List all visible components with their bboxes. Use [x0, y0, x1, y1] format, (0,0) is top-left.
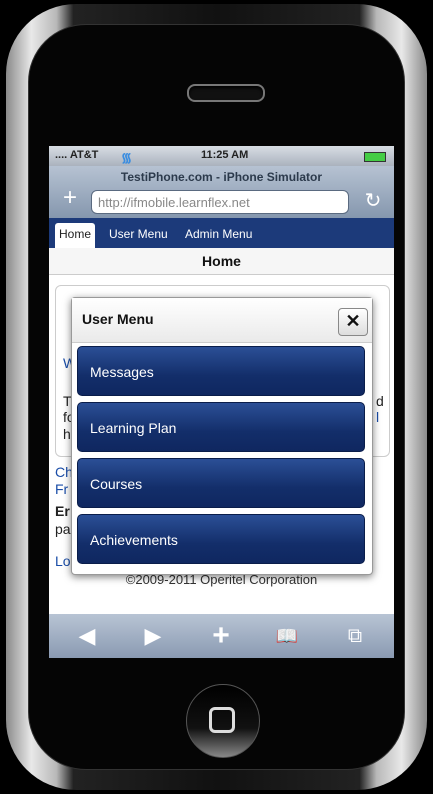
battery-icon: [364, 152, 386, 162]
carrier-label: .... AT&T: [55, 149, 99, 161]
bg-fragment: d: [376, 393, 384, 409]
bg-fragment: Er: [55, 503, 70, 519]
forward-icon[interactable]: ▶: [139, 624, 167, 648]
page-title: Home: [49, 248, 394, 275]
tab-home[interactable]: Home: [55, 223, 96, 248]
pages-icon[interactable]: ⧉: [341, 624, 369, 648]
close-button[interactable]: ✕: [338, 308, 368, 336]
home-button[interactable]: [186, 684, 260, 758]
bg-fragment[interactable]: l: [376, 409, 379, 425]
status-bar: .... AT&T ᯾ 11:25 AM: [49, 146, 394, 166]
speaker-grille: [187, 84, 265, 102]
user-menu-popup: User Menu ✕ Messages Learning Plan Cours…: [71, 297, 373, 575]
popup-title: User Menu: [82, 311, 154, 327]
add-icon[interactable]: +: [207, 621, 235, 651]
nav-bar: Home User Menu Admin Menu: [49, 218, 394, 248]
browser-toolbar: ◀ ▶ + 📖 ⧉: [49, 614, 394, 658]
menu-item-messages[interactable]: Messages: [77, 346, 365, 396]
menu-item-achievements[interactable]: Achievements: [77, 514, 365, 564]
wifi-icon: ᯾: [121, 150, 133, 165]
bg-fragment: pa: [55, 521, 71, 537]
reload-icon[interactable]: ↻: [360, 188, 386, 214]
browser-bar: TestiPhone.com - iPhone Simulator + http…: [49, 166, 394, 218]
tab-user-menu[interactable]: User Menu: [109, 227, 168, 241]
bg-fragment: h: [63, 426, 71, 442]
add-bookmark-icon[interactable]: +: [59, 186, 81, 210]
tab-admin-menu[interactable]: Admin Menu: [185, 227, 252, 241]
back-icon[interactable]: ◀: [73, 624, 101, 648]
popup-header: User Menu ✕: [72, 298, 372, 343]
bookmarks-icon[interactable]: 📖: [273, 624, 301, 648]
menu-item-courses[interactable]: Courses: [77, 458, 365, 508]
url-field[interactable]: http://ifmobile.learnflex.net: [91, 190, 349, 214]
bg-fragment[interactable]: Fr: [55, 481, 68, 497]
browser-title: TestiPhone.com - iPhone Simulator: [120, 170, 323, 184]
menu-item-learning-plan[interactable]: Learning Plan: [77, 402, 365, 452]
home-square-icon: [209, 707, 235, 733]
clock: 11:25 AM: [201, 149, 249, 161]
